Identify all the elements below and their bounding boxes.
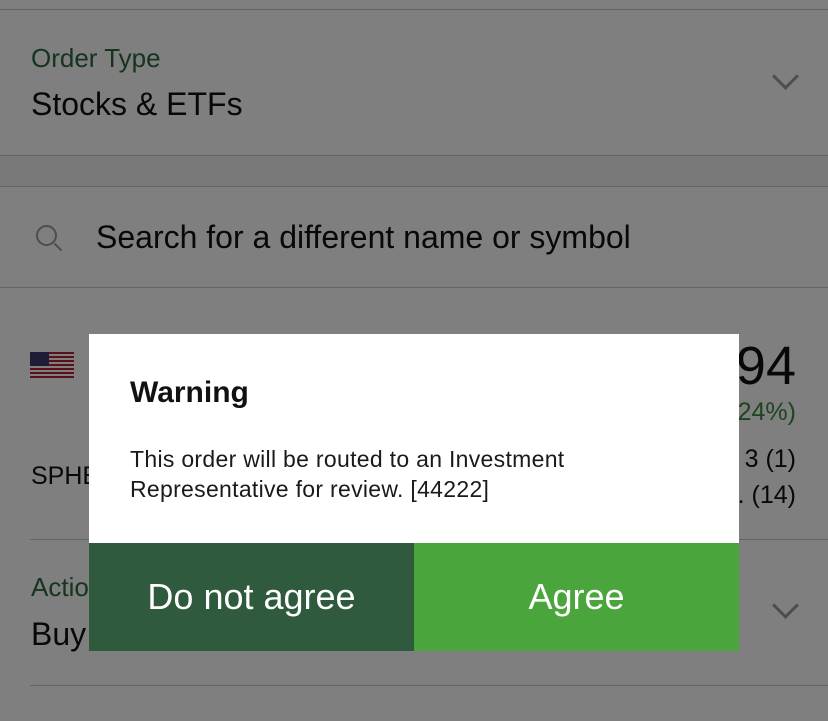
dialog-message: This order will be routed to an Investme…: [130, 446, 565, 502]
warning-dialog: Warning This order will be routed to an …: [89, 334, 739, 651]
agree-button[interactable]: Agree: [414, 543, 739, 651]
do-not-agree-button[interactable]: Do not agree: [89, 543, 414, 651]
dialog-actions: Do not agree Agree: [89, 543, 739, 651]
dialog-title: Warning: [130, 376, 249, 409]
